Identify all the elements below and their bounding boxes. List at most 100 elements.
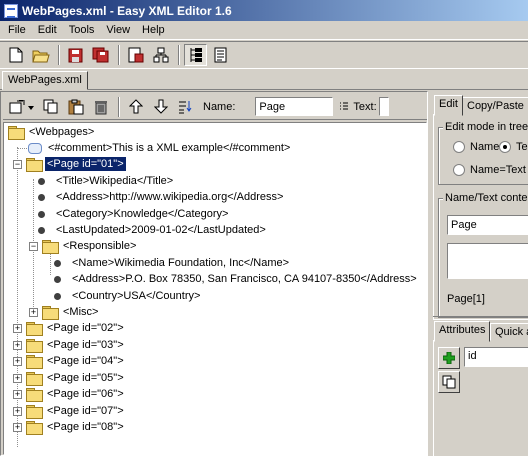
tree-node-lastupdated[interactable]: <LastUpdated>2009-01-02</LastUpdated> — [34, 222, 268, 238]
tree-node-address[interactable]: <Address>http://www.wikipedia.org</Addre… — [34, 189, 285, 205]
tree-node-label: <Page id="07"> — [47, 405, 124, 417]
new-file-button[interactable] — [4, 44, 27, 66]
new-file-icon — [9, 47, 22, 63]
panel-splitter[interactable] — [433, 316, 528, 320]
collapse-toggle[interactable]: − — [13, 160, 22, 169]
radio-circle — [453, 141, 465, 153]
node-text-field[interactable] — [447, 243, 528, 279]
expand-toggle[interactable]: + — [13, 357, 22, 366]
expand-toggle[interactable]: + — [13, 374, 22, 383]
edit-mode-group: Edit mode in tree Name Te Name=Text — [438, 121, 528, 185]
expand-toggle[interactable]: + — [29, 308, 38, 317]
tree-node-page-04[interactable]: <Page id="04"> — [26, 353, 126, 369]
name-input[interactable] — [255, 97, 334, 116]
element-dot-icon — [54, 275, 61, 283]
app-icon — [4, 3, 18, 18]
save-all-button[interactable] — [89, 44, 112, 66]
expand-toggle[interactable]: + — [13, 390, 22, 399]
tree-node-label: <Category>Knowledge</Category> — [56, 208, 229, 220]
tree-view-button[interactable] — [184, 44, 207, 66]
tab-quick-attributes[interactable]: Quick a — [490, 323, 528, 341]
folder-icon — [26, 322, 43, 336]
toolbar-separator — [178, 45, 180, 65]
tree-node-label: <Responsible> — [63, 240, 137, 252]
add-node-button[interactable] — [7, 96, 37, 118]
attribute-name-cell[interactable]: id — [464, 347, 528, 367]
window-title: WebPages.xml - Easy XML Editor 1.6 — [22, 3, 232, 18]
save-all-icon — [92, 47, 109, 63]
tree-node-page-07[interactable]: <Page id="07"> — [26, 403, 126, 419]
tree-node-comment[interactable]: <#comment>This is a XML example</#commen… — [28, 140, 292, 156]
title-bar: WebPages.xml - Easy XML Editor 1.6 — [0, 0, 528, 21]
expand-toggle[interactable]: + — [13, 324, 22, 333]
folder-icon — [26, 355, 43, 369]
delete-button[interactable] — [89, 96, 112, 118]
tab-edit[interactable]: Edit — [434, 95, 463, 116]
menu-tools[interactable]: Tools — [63, 24, 101, 36]
menu-help[interactable]: Help — [136, 24, 171, 36]
menu-view[interactable]: View — [100, 24, 136, 36]
expand-toggle[interactable]: + — [13, 423, 22, 432]
tree-node-category[interactable]: <Category>Knowledge</Category> — [34, 206, 230, 222]
copy-attribute-button[interactable] — [438, 371, 460, 393]
tree-node-misc[interactable]: <Misc> — [42, 304, 100, 320]
tree-node-responsible-address[interactable]: <Address>P.O. Box 78350, San Francisco, … — [50, 271, 419, 287]
menu-bar: File Edit Tools View Help — [0, 21, 528, 40]
tree-node-root[interactable]: <Webpages> — [8, 124, 96, 140]
radio-name[interactable]: Name — [453, 141, 499, 153]
toolbar-separator — [58, 45, 60, 65]
tree-node-page-01[interactable]: <Page id="01"> — [26, 156, 127, 172]
trash-icon — [94, 100, 107, 114]
collapse-toggle[interactable]: − — [29, 242, 38, 251]
text-view-button[interactable] — [209, 44, 232, 66]
add-attribute-button[interactable] — [438, 347, 460, 369]
export-button[interactable] — [124, 44, 147, 66]
copy-button[interactable] — [39, 96, 62, 118]
tree-node-page-02[interactable]: <Page id="02"> — [26, 320, 126, 336]
save-icon — [68, 48, 83, 62]
folder-icon — [26, 372, 43, 386]
tree-node-responsible[interactable]: <Responsible> — [42, 238, 138, 254]
tree-node-page-06[interactable]: <Page id="06"> — [26, 386, 126, 402]
text-input[interactable] — [378, 97, 389, 116]
tab-copy-paste[interactable]: Copy/Paste — [462, 97, 528, 115]
tree-node-label: <Webpages> — [29, 126, 95, 138]
tree-node-country[interactable]: <Country>USA</Country> — [50, 288, 202, 304]
tree-node-title[interactable]: <Title>Wikipedia</Title> — [34, 173, 175, 189]
folder-icon — [8, 126, 25, 140]
folder-icon — [42, 306, 59, 320]
radio-name-text[interactable]: Name=Text — [453, 164, 526, 176]
radio-circle — [453, 164, 465, 176]
tree-node-page-03[interactable]: <Page id="03"> — [26, 337, 126, 353]
element-dot-icon — [38, 210, 45, 218]
tab-webpages-xml[interactable]: WebPages.xml — [2, 71, 88, 90]
properties-pane: Edit Copy/Paste Edit mode in tree Name T… — [433, 91, 528, 456]
tab-attributes[interactable]: Attributes — [434, 321, 491, 342]
radio-text[interactable]: Te — [499, 141, 528, 153]
tree-node-page-05[interactable]: <Page id="05"> — [26, 370, 126, 386]
move-down-button[interactable] — [149, 96, 172, 118]
plus-icon — [443, 352, 455, 364]
expand-toggle[interactable]: + — [13, 341, 22, 350]
paste-icon — [68, 99, 83, 114]
folder-icon — [26, 388, 43, 402]
text-label: Text: — [353, 100, 377, 113]
tree-connector — [17, 147, 18, 447]
tree-node-name[interactable]: <Name>Wikimedia Foundation, Inc</Name> — [50, 255, 291, 271]
node-name-field[interactable]: Page — [447, 215, 528, 235]
structure-button[interactable] — [149, 44, 172, 66]
open-file-button[interactable] — [29, 44, 52, 66]
radio-circle — [499, 141, 511, 153]
menu-edit[interactable]: Edit — [32, 24, 63, 36]
save-button[interactable] — [64, 44, 87, 66]
paste-button[interactable] — [64, 96, 87, 118]
folder-icon — [26, 421, 43, 435]
menu-file[interactable]: File — [2, 24, 32, 36]
toolbar-separator — [118, 45, 120, 65]
attribute-tabs: Attributes Quick a — [433, 321, 528, 342]
sort-button[interactable] — [174, 96, 197, 118]
tree-connector — [17, 148, 27, 149]
tree-node-page-08[interactable]: <Page id="08"> — [26, 419, 126, 435]
expand-toggle[interactable]: + — [13, 407, 22, 416]
move-up-button[interactable] — [124, 96, 147, 118]
